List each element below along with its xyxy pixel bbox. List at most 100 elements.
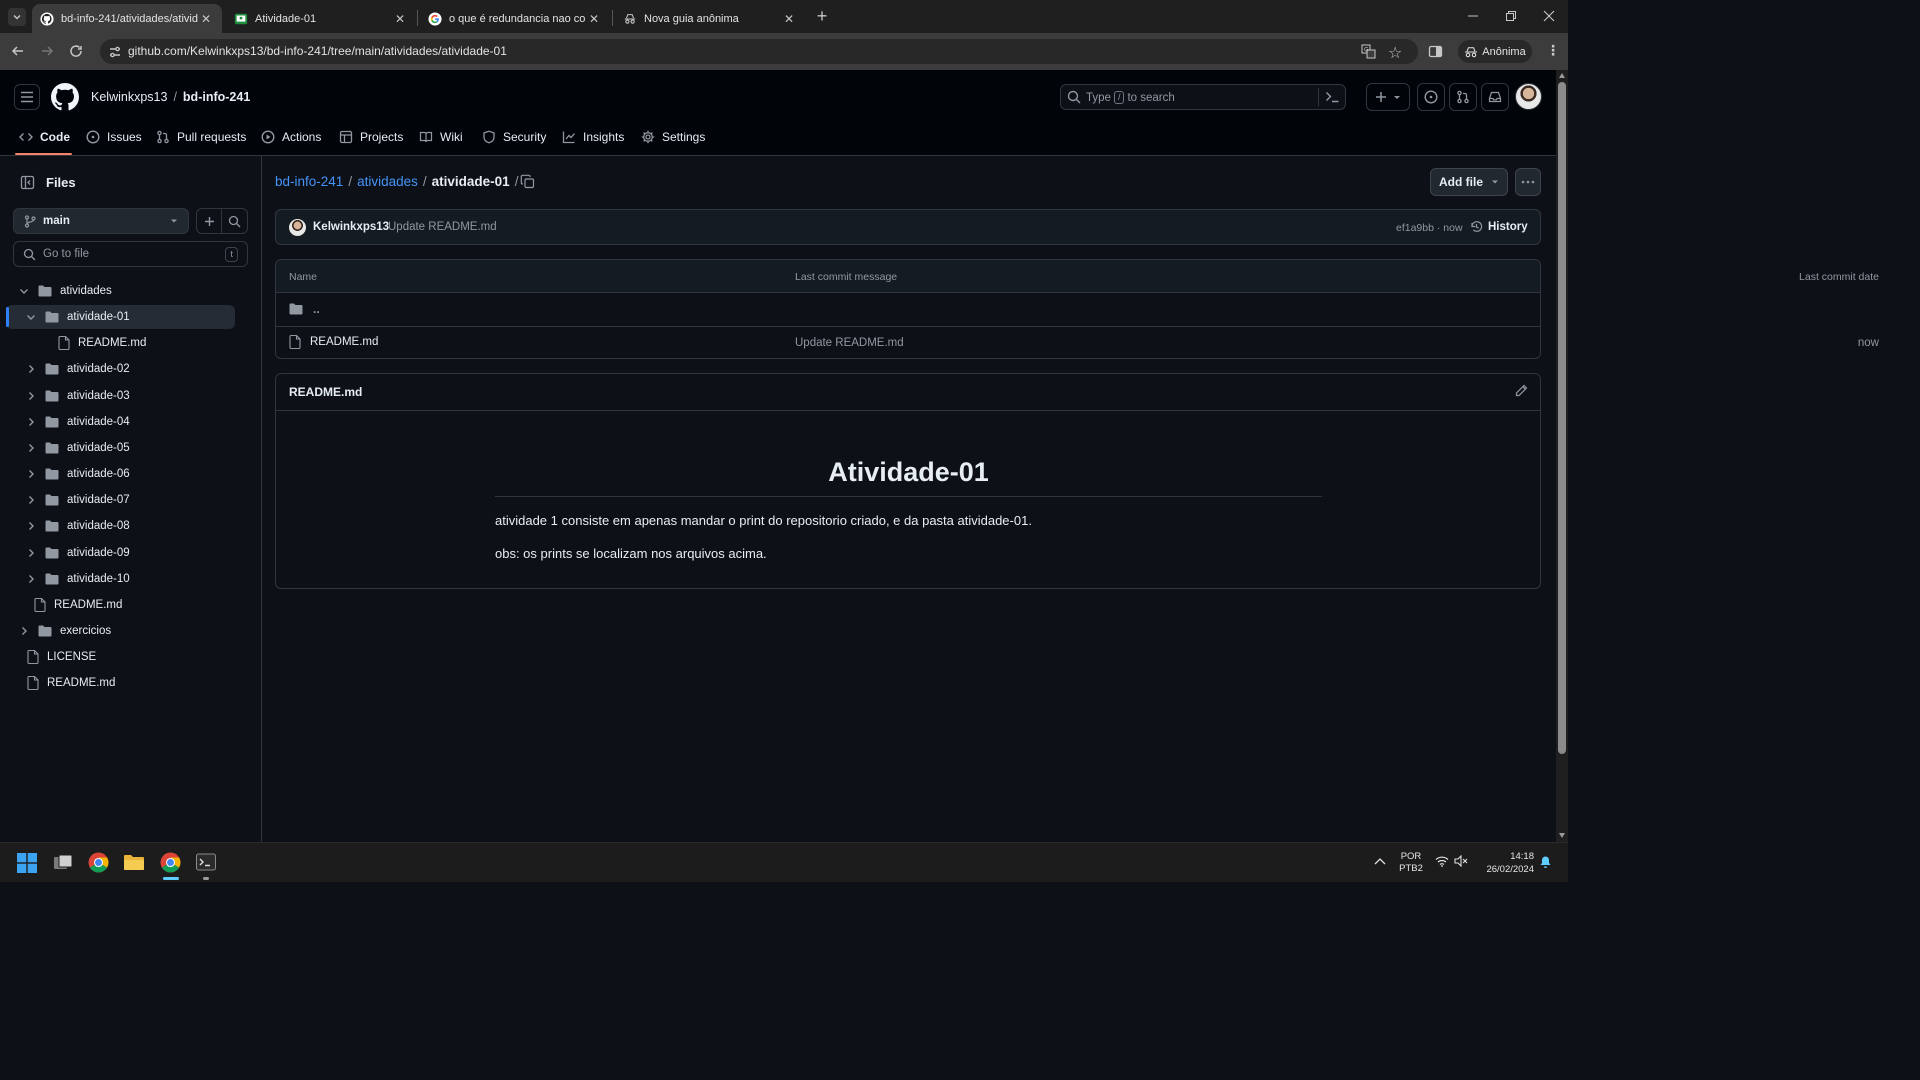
chrome-taskbar-icon[interactable]: [88, 852, 109, 873]
browser-tab-classroom[interactable]: Atividade-01 ✕: [226, 4, 416, 33]
browser-tab-incognito[interactable]: Nova guia anônima ✕: [615, 4, 805, 33]
chevron-right-icon[interactable]: [25, 494, 37, 506]
tree-folder-item[interactable]: atividade-07: [6, 488, 235, 512]
chrome-incognito-taskbar-icon[interactable]: [160, 852, 181, 873]
bookmark-star-icon[interactable]: ☆: [1388, 43, 1402, 63]
readme-filename[interactable]: README.md: [289, 385, 362, 399]
tab-code[interactable]: Code: [19, 128, 70, 146]
wifi-icon[interactable]: [1435, 855, 1449, 867]
parent-directory-row[interactable]: ..: [289, 302, 320, 316]
chevron-right-icon[interactable]: [18, 625, 30, 637]
go-to-file-input[interactable]: Go to file t: [13, 241, 248, 267]
global-menu-button[interactable]: [14, 84, 40, 110]
tab-pull-requests[interactable]: Pull requests: [156, 128, 246, 146]
page-scrollbar[interactable]: [1556, 70, 1568, 842]
tree-file-item[interactable]: README.md: [6, 331, 235, 355]
tab-wiki[interactable]: Wiki: [419, 128, 463, 146]
history-button[interactable]: History: [1470, 220, 1528, 233]
tab-issues[interactable]: Issues: [86, 128, 142, 146]
notification-bell-icon[interactable]: [1539, 855, 1552, 869]
tree-folder-item[interactable]: atividade-08: [6, 514, 235, 538]
reload-button[interactable]: [68, 43, 86, 61]
terminal-taskbar-icon[interactable]: [196, 853, 216, 872]
clock[interactable]: 14:18 26/02/2024: [1478, 850, 1534, 876]
incognito-profile-chip[interactable]: Anônima: [1458, 40, 1532, 63]
repo-owner-link[interactable]: Kelwinkxps13: [91, 90, 167, 104]
close-icon[interactable]: ✕: [586, 12, 602, 26]
close-window-button[interactable]: [1542, 9, 1556, 23]
show-hidden-icons-chevron[interactable]: [1374, 857, 1386, 865]
tree-folder-item[interactable]: atividade-03: [6, 384, 235, 408]
tree-file-item[interactable]: LICENSE: [6, 645, 235, 669]
search-files-button[interactable]: [221, 208, 248, 234]
tab-actions[interactable]: Actions: [261, 128, 321, 146]
collapse-sidebar-button[interactable]: [14, 170, 40, 194]
more-options-button[interactable]: [1515, 168, 1541, 196]
chevron-down-icon[interactable]: [25, 311, 37, 323]
translate-icon[interactable]: G: [1361, 44, 1376, 59]
chevron-right-icon[interactable]: [25, 390, 37, 402]
pull-requests-shortcut-button[interactable]: [1449, 83, 1477, 111]
forward-button[interactable]: [39, 43, 57, 61]
tab-settings[interactable]: Settings: [641, 128, 705, 146]
commit-message[interactable]: Update README.md: [388, 221, 497, 233]
site-info-icon[interactable]: [108, 45, 122, 59]
url-text[interactable]: github.com/Kelwinkxps13/bd-info-241/tree…: [128, 44, 507, 58]
tab-security[interactable]: Security: [482, 128, 546, 146]
chevron-right-icon[interactable]: [25, 442, 37, 454]
chevron-right-icon[interactable]: [25, 468, 37, 480]
close-icon[interactable]: ✕: [198, 12, 214, 26]
chevron-right-icon[interactable]: [25, 547, 37, 559]
file-explorer-icon[interactable]: [123, 853, 145, 872]
branch-selector[interactable]: main: [13, 208, 189, 234]
avatar[interactable]: [1515, 83, 1542, 110]
browser-tab-github[interactable]: bd-info-241/atividades/atividade-01 ✕: [32, 4, 222, 33]
file-name-link[interactable]: README.md: [310, 336, 378, 348]
restore-button[interactable]: [1504, 9, 1518, 23]
browser-tab-google[interactable]: o que é redundancia nao controlada ✕: [420, 4, 610, 33]
chevron-right-icon[interactable]: [25, 363, 37, 375]
close-icon[interactable]: ✕: [392, 12, 408, 26]
scroll-up-arrow[interactable]: [1559, 73, 1565, 78]
breadcrumb-folder-link[interactable]: atividades: [357, 174, 418, 189]
tree-folder-item[interactable]: atividade-04: [6, 410, 235, 434]
tree-folder-item[interactable]: atividade-06: [6, 462, 235, 486]
back-button[interactable]: [10, 43, 28, 61]
add-file-button[interactable]: Add file: [1430, 168, 1508, 196]
volume-muted-icon[interactable]: [1454, 855, 1468, 867]
tree-folder-item[interactable]: atividade-10: [6, 567, 235, 591]
github-logo-icon[interactable]: [51, 83, 79, 111]
minimize-button[interactable]: [1466, 9, 1480, 23]
tree-folder-item[interactable]: atividade-01: [6, 305, 235, 330]
chevron-right-icon[interactable]: [25, 416, 37, 428]
edit-readme-button[interactable]: [1515, 384, 1528, 397]
breadcrumb-repo-link[interactable]: bd-info-241: [275, 174, 343, 189]
side-panel-icon[interactable]: [1428, 44, 1443, 59]
start-button[interactable]: [17, 853, 37, 873]
repo-name-link[interactable]: bd-info-241: [183, 90, 250, 104]
file-commit-message[interactable]: Update README.md: [795, 337, 904, 349]
issues-shortcut-button[interactable]: [1417, 83, 1445, 111]
add-file-sidebar-button[interactable]: [196, 208, 222, 234]
create-new-button[interactable]: [1366, 83, 1410, 111]
tab-search-button[interactable]: [8, 8, 26, 26]
new-tab-button[interactable]: +: [812, 6, 832, 26]
command-palette-icon[interactable]: [1325, 90, 1340, 104]
commit-author[interactable]: Kelwinkxps13: [313, 221, 389, 233]
task-view-icon[interactable]: [53, 853, 73, 873]
close-icon[interactable]: ✕: [781, 12, 797, 26]
inbox-button[interactable]: [1481, 83, 1509, 111]
tab-insights[interactable]: Insights: [562, 128, 624, 146]
tree-folder-item[interactable]: atividade-05: [6, 436, 235, 460]
tree-folder-item[interactable]: atividade-09: [6, 541, 235, 565]
chevron-right-icon[interactable]: [25, 573, 37, 585]
chevron-right-icon[interactable]: [25, 520, 37, 532]
avatar[interactable]: [289, 219, 306, 236]
chevron-down-icon[interactable]: [18, 285, 30, 297]
language-indicator[interactable]: POR PTB2: [1398, 851, 1424, 875]
scroll-down-arrow[interactable]: [1559, 833, 1565, 838]
tab-projects[interactable]: Projects: [339, 128, 403, 146]
commit-sha-time[interactable]: ef1a9bb · now: [1396, 222, 1463, 234]
tree-file-item[interactable]: README.md: [6, 593, 235, 617]
scrollbar-thumb[interactable]: [1558, 82, 1566, 754]
